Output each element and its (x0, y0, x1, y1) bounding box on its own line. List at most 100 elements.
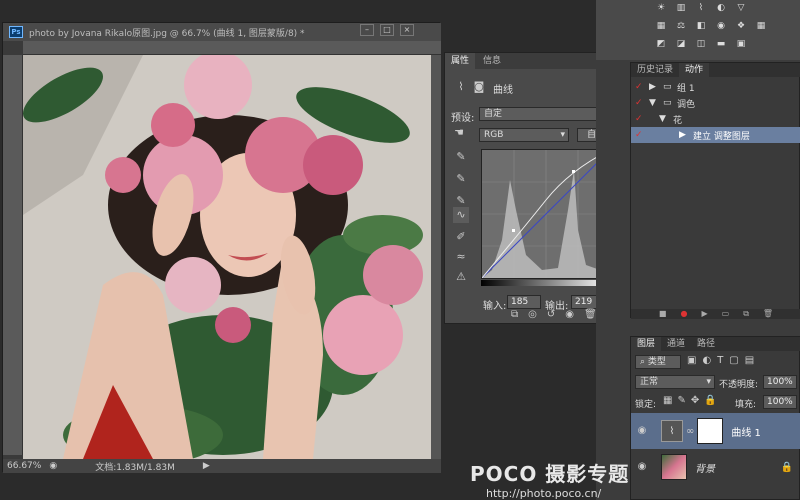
channel-select[interactable]: RGB ▾ (479, 128, 569, 142)
document-title: photo by Jovana Rikalo原图.jpg @ 66.7% (曲线… (29, 28, 305, 39)
invert-icon[interactable]: ◩ (654, 38, 668, 50)
status-info-icon[interactable]: ◉ (49, 461, 57, 471)
eyedropper-black-icon[interactable]: ✎ (453, 149, 469, 165)
watermark-logo: POCO 摄影专题 (470, 462, 630, 486)
curves-icon[interactable]: ⌇ (694, 2, 708, 14)
visibility-eye-icon[interactable]: ◉ (635, 424, 649, 438)
zoom-level[interactable]: 66.67% (7, 461, 41, 471)
channel-mixer-icon[interactable]: ❖ (734, 20, 748, 32)
lock-all-icon[interactable]: 🔒 (704, 395, 716, 406)
input-value-field[interactable]: 185 (507, 295, 541, 309)
maximize-icon[interactable]: □ (380, 24, 394, 36)
watermark-url: http://photo.poco.cn/ (486, 487, 602, 500)
adjustment-filter-icon[interactable]: ◐ (702, 355, 711, 366)
curve-edit-icon[interactable]: ∿ (453, 207, 469, 223)
lock-icon: 🔒 (780, 461, 793, 473)
trash-icon[interactable]: 🗑 (763, 309, 773, 319)
new-action-icon[interactable]: ⧉ (743, 309, 749, 319)
input-gradient-bar (481, 280, 611, 286)
chain-link-icon[interactable]: ∞ (686, 426, 694, 437)
type-filter-icon[interactable]: T (717, 355, 723, 366)
eyedropper-gray-icon[interactable]: ✎ (453, 171, 469, 187)
close-icon[interactable]: × (400, 24, 414, 36)
lock-position-icon[interactable]: ✥ (691, 395, 699, 406)
layer-name[interactable]: 背景 (695, 460, 715, 475)
blend-mode-select[interactable]: 正常 ▾ (635, 375, 715, 389)
blend-mode-value: 正常 (640, 377, 659, 387)
mask-icon[interactable]: ◙ (471, 79, 487, 95)
smooth-icon[interactable]: ≈ (453, 249, 469, 265)
tab-layers[interactable]: 图层 (631, 337, 662, 351)
photo-filter-icon[interactable]: ◉ (714, 20, 728, 32)
tab-properties[interactable]: 属性 (445, 53, 476, 69)
background-layer-thumbnail (661, 454, 687, 480)
layer-mask-thumbnail[interactable] (697, 418, 724, 444)
tab-paths[interactable]: 路径 (691, 337, 721, 351)
search-icon: ⌕ (640, 357, 648, 367)
selective-color-icon[interactable]: ▣ (734, 38, 748, 50)
target-adjust-hand-icon[interactable]: ☚ (451, 125, 467, 141)
folder-icon: ▭ (663, 82, 672, 92)
lock-icons: ▦ ✎ ✥ 🔒 (663, 395, 717, 406)
levels-icon[interactable]: ▥ (674, 2, 688, 14)
adjustments-row-3: ◩ ◪ ◫ ▬ ▣ (654, 38, 748, 50)
lock-paint-icon[interactable]: ✎ (677, 395, 685, 406)
preset-value: 自定 (484, 109, 503, 119)
properties-footer: ⧉ ◎ ↺ ◉ 🗑 (511, 309, 597, 320)
vertical-ruler[interactable] (3, 55, 23, 455)
play-icon[interactable]: ▶ (701, 309, 707, 319)
black-white-icon[interactable]: ◧ (694, 20, 708, 32)
layer-kind-filter[interactable]: ⌕ 类型 (635, 355, 681, 369)
document-status-bar: 66.67% ◉ 文档:1.83M/1.83M ▶ (3, 459, 441, 473)
fill-field[interactable]: 100% (763, 395, 797, 409)
posterize-icon[interactable]: ◪ (674, 38, 688, 50)
clipping-warning-icon[interactable]: ⚠ (453, 269, 469, 285)
lock-pixels-icon[interactable]: ▦ (663, 395, 672, 406)
layers-tabs: 图层 通道 路径 (631, 337, 800, 351)
gradient-map-icon[interactable]: ▬ (714, 38, 728, 50)
layer-row-background[interactable]: ◉ 背景 🔒 (631, 449, 800, 485)
pencil-icon[interactable]: ✐ (453, 229, 469, 245)
vibrance-icon[interactable]: ▽ (734, 2, 748, 14)
horizontal-ruler[interactable] (23, 41, 441, 55)
smart-filter-icon[interactable]: ▤ (745, 355, 754, 366)
chevron-down-icon: ▾ (560, 130, 565, 140)
threshold-icon[interactable]: ◫ (694, 38, 708, 50)
chevron-down-icon: ▾ (706, 377, 711, 387)
tab-actions[interactable]: 动作 (679, 63, 710, 77)
preset-select[interactable]: 自定 ▾ (479, 107, 615, 121)
tab-info[interactable]: 信息 (477, 53, 507, 69)
layer-filter-icons: ▣ ◐ T ▢ ▤ (687, 355, 754, 366)
tab-channels[interactable]: 通道 (661, 337, 691, 351)
trash-icon[interactable]: 🗑 (584, 309, 597, 320)
channel-value: RGB (484, 130, 504, 140)
vertical-scrollbar[interactable] (431, 55, 441, 459)
adjustments-row-2: ▦ ⚖ ◧ ◉ ❖ ▦ (654, 20, 768, 32)
record-icon[interactable]: ● (680, 309, 687, 319)
curves-graph[interactable] (481, 149, 611, 279)
new-set-icon[interactable]: ▭ (722, 309, 730, 319)
clip-to-layer-icon[interactable]: ⧉ (511, 309, 518, 320)
pixel-filter-icon[interactable]: ▣ (687, 355, 696, 366)
curves-adjustment-icon: ⌇ (458, 80, 464, 93)
opacity-field[interactable]: 100% (763, 375, 797, 389)
right-dock: ☀ ▥ ⌇ ◐ ▽ ▦ ⚖ ◧ ◉ ❖ ▦ ◩ ◪ ◫ ▬ ▣ 历史记录 动作 … (596, 0, 800, 500)
action-label: 花 (673, 115, 683, 126)
reset-icon[interactable]: ↺ (547, 309, 555, 320)
hue-saturation-icon[interactable]: ▦ (654, 20, 668, 32)
shape-filter-icon[interactable]: ▢ (729, 355, 738, 366)
brightness-icon[interactable]: ☀ (654, 2, 668, 14)
view-previous-icon[interactable]: ◎ (528, 309, 537, 320)
curves-layer-thumb-icon: ⌇ (661, 420, 683, 442)
color-lookup-icon[interactable]: ▦ (754, 20, 768, 32)
status-arrow-icon[interactable]: ▶ (203, 461, 210, 471)
layer-row-curves[interactable]: ◉ ⌇ ∞ 曲线 1 (631, 413, 800, 449)
visibility-eye-icon[interactable]: ◉ (565, 309, 574, 320)
minimize-icon[interactable]: – (360, 24, 374, 36)
photoshop-logo-icon: Ps (9, 26, 23, 38)
image-canvas[interactable] (23, 55, 431, 459)
exposure-icon[interactable]: ◐ (714, 2, 728, 14)
layer-name[interactable]: 曲线 1 (731, 424, 761, 439)
color-balance-icon[interactable]: ⚖ (674, 20, 688, 32)
adjustments-row-1: ☀ ▥ ⌇ ◐ ▽ (654, 2, 748, 14)
